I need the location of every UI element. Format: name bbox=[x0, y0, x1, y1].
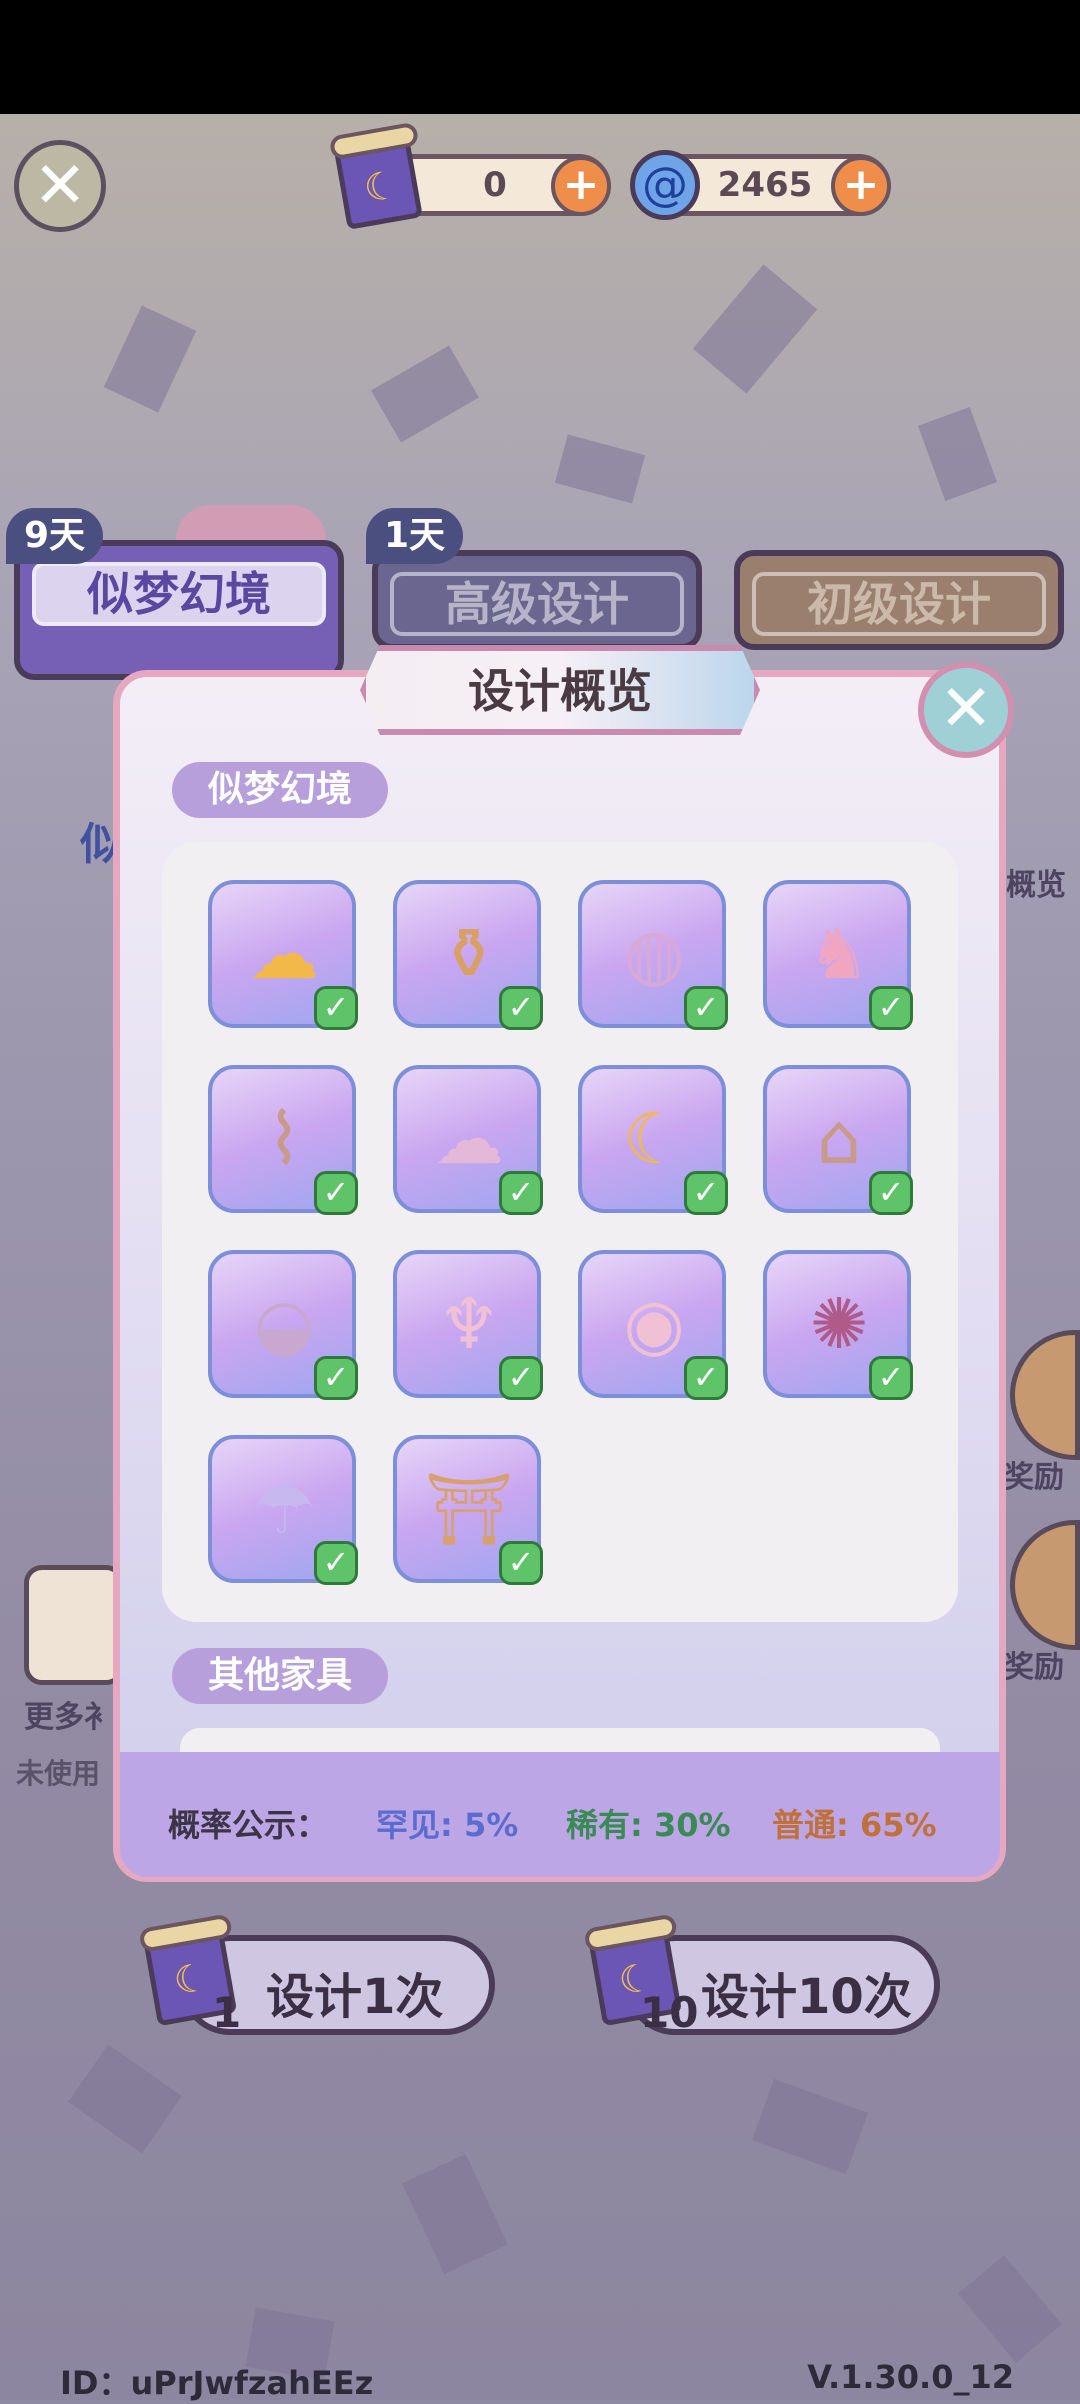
checkmark-icon: ✓ bbox=[684, 1356, 728, 1400]
gift-box-icon[interactable] bbox=[24, 1565, 124, 1685]
days-badge: 9天 bbox=[6, 508, 104, 564]
checkmark-icon: ✓ bbox=[314, 986, 358, 1030]
checkmark-icon: ✓ bbox=[314, 1171, 358, 1215]
checkmark-icon: ✓ bbox=[684, 986, 728, 1030]
version-label: V.1.30.0_12 bbox=[807, 2358, 1014, 2396]
more-label: 更多衤 bbox=[24, 1700, 114, 1735]
reward-label: 奖励 bbox=[1004, 1460, 1064, 1495]
close-icon[interactable]: ✕ bbox=[14, 140, 106, 232]
item-card[interactable]: ◉ ✓ bbox=[578, 1250, 728, 1400]
item-card[interactable]: ◍ ✓ bbox=[578, 880, 728, 1030]
modal-close-icon[interactable]: ✕ bbox=[918, 662, 1014, 758]
section-other-label: 其他家具 bbox=[172, 1648, 389, 1704]
tab-label: 似梦幻境 bbox=[32, 562, 326, 626]
design-once-label: 设计1次 bbox=[266, 1969, 444, 2025]
item-card[interactable]: ☂ ✓ bbox=[208, 1435, 358, 1585]
common-rate: 普通: 65% bbox=[772, 1806, 937, 1844]
tab-advanced[interactable]: 高级设计 bbox=[372, 550, 702, 650]
item-card[interactable]: ☾ ✓ bbox=[578, 1065, 728, 1215]
item-card[interactable]: ♞ ✓ bbox=[763, 880, 913, 1030]
checkmark-icon: ✓ bbox=[684, 1171, 728, 1215]
tab-label: 初级设计 bbox=[752, 572, 1046, 636]
modal-title: 设计概览 bbox=[468, 664, 652, 718]
item-card[interactable]: ✺ ✓ bbox=[763, 1250, 913, 1400]
section-dream-label: 似梦幻境 bbox=[172, 762, 389, 818]
uncommon-rate: 稀有: 30% bbox=[566, 1806, 731, 1844]
design-once-count: 1 bbox=[212, 1988, 242, 2037]
design-ten-label: 设计10次 bbox=[701, 1969, 912, 2025]
unused-label: 未使用 bbox=[16, 1757, 101, 1790]
days-badge: 1天 bbox=[366, 508, 464, 564]
add-scroll-button[interactable]: + bbox=[551, 156, 611, 216]
player-id: ID：uPrJwfzahEEz bbox=[60, 2364, 374, 2402]
tab-basic[interactable]: 初级设计 bbox=[734, 550, 1064, 650]
reward-label: 奖励 bbox=[1004, 1650, 1064, 1685]
rare-rate: 罕见: 5% bbox=[376, 1806, 519, 1844]
checkmark-icon: ✓ bbox=[499, 1541, 543, 1585]
checkmark-icon: ✓ bbox=[869, 1171, 913, 1215]
item-card[interactable]: ⌂ ✓ bbox=[763, 1065, 913, 1215]
item-card[interactable]: ⛩ ✓ bbox=[393, 1435, 543, 1585]
checkmark-icon: ✓ bbox=[499, 986, 543, 1030]
item-card[interactable]: ♆ ✓ bbox=[393, 1250, 543, 1400]
add-swirl-button[interactable]: + bbox=[831, 156, 891, 216]
item-card[interactable]: ◒ ✓ bbox=[208, 1250, 358, 1400]
checkmark-icon: ✓ bbox=[314, 1541, 358, 1585]
checkmark-icon: ✓ bbox=[314, 1356, 358, 1400]
checkmark-icon: ✓ bbox=[869, 986, 913, 1030]
status-bar bbox=[0, 0, 1080, 114]
checkmark-icon: ✓ bbox=[869, 1356, 913, 1400]
swirl-icon: @ bbox=[630, 150, 700, 220]
checkmark-icon: ✓ bbox=[499, 1171, 543, 1215]
overview-label[interactable]: 概览 bbox=[1006, 860, 1066, 904]
checkmark-icon: ✓ bbox=[499, 1356, 543, 1400]
tab-label: 高级设计 bbox=[390, 572, 684, 636]
item-card[interactable]: ⌇ ✓ bbox=[208, 1065, 358, 1215]
design-scroll-icon: ☾ bbox=[333, 132, 423, 230]
item-card[interactable]: ☁ ✓ bbox=[393, 1065, 543, 1215]
design-ten-count: 10 bbox=[640, 1988, 699, 2037]
probability-label: 概率公示： bbox=[168, 1806, 329, 1844]
item-card[interactable]: ☁ ✓ bbox=[208, 880, 358, 1030]
item-card[interactable]: ⚱ ✓ bbox=[393, 880, 543, 1030]
